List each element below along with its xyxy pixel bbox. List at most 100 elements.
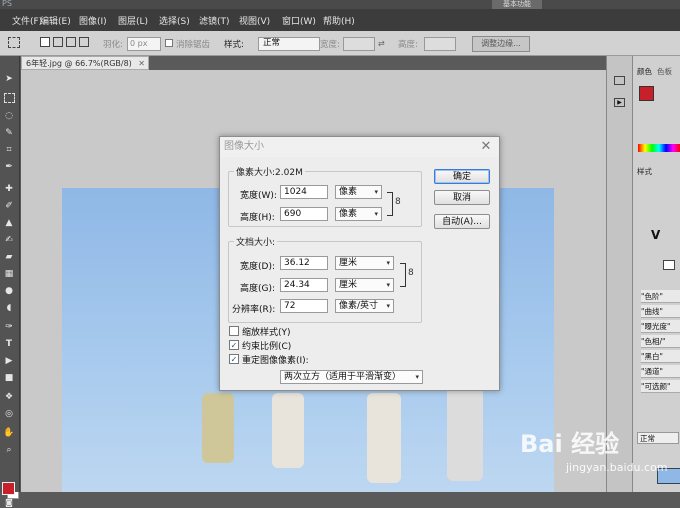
width-input[interactable] xyxy=(343,37,375,51)
close-icon[interactable]: ✕ xyxy=(476,138,496,156)
history-panel-icon[interactable] xyxy=(614,76,625,85)
person-figure xyxy=(447,386,483,481)
menu-window[interactable]: 窗口(W) xyxy=(282,14,316,27)
scale-styles-label: 缩放样式(Y) xyxy=(242,328,291,338)
menu-filter[interactable]: 滤镜(T) xyxy=(199,14,230,27)
blend-mode-select[interactable]: 正常 xyxy=(637,432,679,444)
refine-edge-button[interactable]: 调整边缘... xyxy=(472,36,530,52)
pixel-width-unit-select[interactable]: 像素 ▾ xyxy=(335,185,382,199)
person-figure xyxy=(202,393,234,463)
marquee-tool-icon[interactable] xyxy=(4,93,15,103)
auto-button[interactable]: 自动(A)... xyxy=(434,214,490,229)
workspace-button[interactable]: 基本功能 xyxy=(492,0,542,9)
pixel-height-input[interactable]: 690 xyxy=(280,207,328,221)
height-input[interactable] xyxy=(424,37,456,51)
feather-input[interactable]: 0 px xyxy=(127,37,161,51)
menu-select[interactable]: 选择(S) xyxy=(159,14,190,27)
resolution-unit-select[interactable]: 像素/英寸 ▾ xyxy=(335,299,394,313)
doc-height-unit-select[interactable]: 厘米 ▾ xyxy=(335,278,394,292)
healing-brush-icon[interactable]: ✚ xyxy=(3,184,15,194)
height-label: 高度: xyxy=(398,40,418,50)
doc-width-label: 宽度(D): xyxy=(240,262,275,272)
scale-styles-checkbox[interactable] xyxy=(229,326,239,336)
intersect-selection-icon[interactable] xyxy=(79,37,89,47)
path-select-tool-icon[interactable]: ▶ xyxy=(3,356,15,366)
swatches-panel-tab[interactable]: 色板 xyxy=(657,66,672,77)
menu-image[interactable]: 图像(I) xyxy=(79,14,107,27)
adjustment-icon-2[interactable] xyxy=(663,260,675,270)
dialog-title: 图像大小 xyxy=(220,137,499,157)
pixel-width-input[interactable]: 1024 xyxy=(280,185,328,199)
menu-layer[interactable]: 图层(L) xyxy=(118,14,148,27)
watermark-url: jingyan.baidu.com xyxy=(566,461,668,474)
3d-orbit-tool-icon[interactable]: ◎ xyxy=(3,409,15,419)
resample-method-select[interactable]: 两次立方（适用于平滑渐变） ▾ xyxy=(280,370,423,384)
options-bar: 羽化: 0 px 消除锯齿 样式: 正常 宽度: ⇄ 高度: 调整边缘... xyxy=(0,31,680,56)
style-select[interactable]: 正常 xyxy=(258,37,320,51)
history-item[interactable]: "曝光度" xyxy=(641,320,680,333)
ok-button[interactable]: 确定 xyxy=(434,169,490,184)
add-selection-icon[interactable] xyxy=(53,37,63,47)
quick-select-tool-icon[interactable]: ✎ xyxy=(3,128,15,138)
3d-rotate-tool-icon[interactable]: ❖ xyxy=(3,392,15,402)
chevron-down-icon: ▾ xyxy=(386,281,390,289)
link-chain-icon: 8 xyxy=(408,268,414,278)
dodge-tool-icon[interactable]: ◖ xyxy=(3,303,15,313)
resolution-label: 分辨率(R): xyxy=(232,305,276,315)
pixel-link-bracket xyxy=(387,192,393,216)
lasso-tool-icon[interactable]: ◌ xyxy=(3,111,15,121)
swap-icon[interactable]: ⇄ xyxy=(378,39,385,48)
subtract-selection-icon[interactable] xyxy=(66,37,76,47)
quick-mask-icon[interactable]: ◙ xyxy=(3,498,15,508)
brush-tool-icon[interactable]: ✐ xyxy=(3,201,15,211)
pen-tool-icon[interactable]: ✑ xyxy=(3,322,15,332)
hand-tool-icon[interactable]: ✋ xyxy=(3,428,15,438)
marquee-tool-preset-icon[interactable] xyxy=(8,37,20,48)
menu-help[interactable]: 帮助(H) xyxy=(323,14,355,27)
history-item[interactable]: "曲线" xyxy=(641,305,680,318)
history-item[interactable]: "通道" xyxy=(641,365,680,378)
zoom-tool-icon[interactable]: ⌕ xyxy=(3,445,15,455)
color-spectrum-bar[interactable] xyxy=(638,144,680,152)
close-document-icon[interactable]: ✕ xyxy=(138,57,145,70)
document-tab[interactable]: 6年轻.jpg @ 66.7%(RGB/8) ✕ xyxy=(21,56,149,70)
blur-tool-icon[interactable]: ● xyxy=(3,286,15,296)
history-item[interactable]: "可选颜" xyxy=(641,380,680,393)
menu-file[interactable]: 文件(F) xyxy=(12,14,42,27)
eyedropper-tool-icon[interactable]: ✒ xyxy=(3,162,15,172)
gradient-tool-icon[interactable]: ▦ xyxy=(3,269,15,279)
eraser-tool-icon[interactable]: ▰ xyxy=(3,252,15,262)
chevron-down-icon: ▾ xyxy=(386,259,390,267)
resolution-input[interactable]: 72 xyxy=(280,299,328,313)
pixel-height-unit-select[interactable]: 像素 ▾ xyxy=(335,207,382,221)
move-tool-icon[interactable]: ➤ xyxy=(3,74,15,84)
resample-checkbox[interactable]: ✓ xyxy=(229,354,239,364)
actions-panel-icon[interactable]: ▶ xyxy=(614,98,625,107)
menu-view[interactable]: 视图(V) xyxy=(239,14,270,27)
doc-width-input[interactable]: 36.12 xyxy=(280,256,328,270)
foreground-color-swatch[interactable] xyxy=(2,482,15,495)
chevron-down-icon: ▾ xyxy=(386,302,390,310)
constrain-proportions-checkbox[interactable]: ✓ xyxy=(229,340,239,350)
clone-stamp-icon[interactable]: ▲ xyxy=(3,218,15,228)
color-panel-tab[interactable]: 颜色 xyxy=(637,66,652,77)
new-selection-icon[interactable] xyxy=(40,37,50,47)
history-item[interactable]: "色相/" xyxy=(641,335,680,348)
adjustment-icon[interactable]: V xyxy=(651,228,660,242)
history-brush-icon[interactable]: ✍ xyxy=(3,235,15,245)
crop-tool-icon[interactable]: ⌗ xyxy=(3,145,15,155)
history-item[interactable]: "黑白" xyxy=(641,350,680,363)
menu-edit[interactable]: 编辑(E) xyxy=(40,14,71,27)
cancel-button[interactable]: 取消 xyxy=(434,190,490,205)
styles-panel-tab[interactable]: 样式 xyxy=(637,166,652,177)
image-size-dialog: 图像大小 ✕ 像素大小:2.02M 宽度(W): 1024 像素 ▾ 高度(H):… xyxy=(219,136,500,391)
history-item[interactable]: "色阶" xyxy=(641,290,680,303)
type-tool-icon[interactable]: T xyxy=(3,339,15,349)
doc-height-input[interactable]: 24.34 xyxy=(280,278,328,292)
style-label: 样式: xyxy=(224,40,244,50)
document-tab-title: 6年轻.jpg @ 66.7%(RGB/8) xyxy=(26,59,132,68)
shape-tool-icon[interactable]: ■ xyxy=(3,373,15,383)
antialias-checkbox[interactable] xyxy=(165,39,173,47)
panel-foreground-color[interactable] xyxy=(639,86,654,101)
doc-width-unit-select[interactable]: 厘米 ▾ xyxy=(335,256,394,270)
